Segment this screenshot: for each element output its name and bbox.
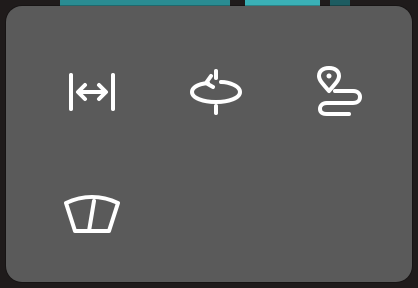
orbit-rotate-icon	[190, 69, 242, 115]
route-pin-icon	[317, 66, 362, 116]
windshield-wiper-button[interactable]	[52, 178, 132, 250]
windshield-wiper-icon	[64, 195, 120, 233]
orbit-rotate-button[interactable]	[176, 56, 256, 128]
route-pin-button[interactable]	[298, 56, 378, 128]
tools-popup-panel	[6, 6, 412, 282]
measure-distance-button[interactable]	[52, 56, 132, 128]
measure-distance-icon	[69, 73, 115, 111]
